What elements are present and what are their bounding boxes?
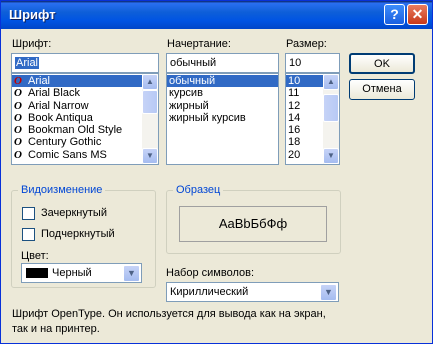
- size-input-value: 10: [289, 57, 302, 69]
- font-list-scrollbar[interactable]: ▲ ▼: [142, 74, 158, 164]
- underline-label[interactable]: Подчеркнутый: [41, 228, 115, 240]
- opentype-font-icon: O: [14, 124, 22, 137]
- font-list-item[interactable]: O Bookman Old Style: [12, 124, 142, 136]
- font-dialog: Шрифт ? ✕ Шрифт: Arial O Arial O Arial Blac…: [0, 0, 433, 344]
- effects-group-title: Видоизменение: [18, 184, 106, 196]
- size-list-item[interactable]: 20: [286, 149, 323, 161]
- scroll-down-icon[interactable]: ▼: [142, 148, 158, 164]
- font-list-item[interactable]: O Comic Sans MS: [12, 149, 142, 161]
- style-list-item[interactable]: жирный курсив: [167, 112, 278, 124]
- charset-label: Набор символов:: [166, 267, 255, 279]
- underline-checkbox[interactable]: [22, 228, 35, 241]
- strikeout-checkbox[interactable]: [22, 207, 35, 220]
- font-label: Шрифт:: [12, 38, 52, 50]
- font-list[interactable]: O Arial O Arial Black O Arial Narrow O Book Ant…: [11, 73, 159, 165]
- color-label: Цвет:: [21, 250, 49, 262]
- opentype-font-icon: O: [14, 87, 22, 100]
- chevron-down-icon[interactable]: ▼: [123, 265, 140, 282]
- size-list-item[interactable]: 10: [286, 75, 323, 88]
- style-label: Начертание:: [167, 38, 231, 50]
- font-name: Arial: [28, 75, 51, 87]
- opentype-font-icon: O: [14, 136, 22, 149]
- font-list-item[interactable]: O Arial: [12, 75, 142, 88]
- dialog-title: Шрифт: [9, 7, 56, 22]
- size-input[interactable]: 10: [285, 53, 340, 73]
- size-label: Размер:: [286, 38, 327, 50]
- sample-preview: AaBbБбФф: [179, 206, 327, 242]
- color-value: Черный: [52, 267, 92, 279]
- font-name: Bookman Old Style: [28, 124, 123, 137]
- size-list[interactable]: 10 11 12 14 16 18 20 ▲ ▼: [285, 73, 340, 165]
- opentype-font-icon: O: [14, 75, 22, 87]
- size-list-item[interactable]: 14: [286, 112, 323, 124]
- font-list-item[interactable]: O Book Antiqua: [12, 112, 142, 124]
- opentype-font-icon: O: [14, 99, 22, 112]
- opentype-font-icon: O: [14, 148, 22, 161]
- scroll-down-icon[interactable]: ▼: [323, 148, 339, 164]
- scroll-up-icon[interactable]: ▲: [323, 74, 339, 90]
- close-icon[interactable]: ✕: [407, 4, 428, 25]
- font-name: Arial Black: [28, 87, 80, 100]
- opentype-font-icon: O: [14, 111, 22, 124]
- style-list-item[interactable]: обычный: [167, 75, 278, 88]
- sample-text: AaBbБбФф: [218, 216, 288, 231]
- scroll-thumb[interactable]: [142, 90, 158, 114]
- font-name: Comic Sans MS: [28, 148, 107, 161]
- cancel-button[interactable]: Отмена: [349, 79, 415, 100]
- font-name: Book Antiqua: [28, 111, 93, 124]
- size-list-item[interactable]: 11: [286, 87, 323, 99]
- font-list-item[interactable]: O Arial Black: [12, 87, 142, 99]
- scroll-up-icon[interactable]: ▲: [142, 74, 158, 90]
- color-swatch: [26, 268, 48, 278]
- font-name: Arial Narrow: [28, 99, 89, 112]
- size-list-item[interactable]: 12: [286, 100, 323, 112]
- color-select[interactable]: Черный ▼: [21, 263, 142, 283]
- font-input-value: Arial: [15, 57, 40, 69]
- help-icon[interactable]: ?: [384, 4, 405, 25]
- sample-group-title: Образец: [173, 184, 224, 196]
- style-list-item[interactable]: жирный: [167, 100, 278, 112]
- title-bar[interactable]: Шрифт ? ✕: [1, 1, 432, 29]
- scroll-thumb[interactable]: [323, 94, 339, 122]
- style-list-item[interactable]: курсив: [167, 87, 278, 99]
- font-description: Шрифт OpenType. Он используется для выво…: [12, 308, 326, 335]
- size-list-item[interactable]: 18: [286, 136, 323, 148]
- size-list-item[interactable]: 16: [286, 124, 323, 136]
- font-list-item[interactable]: O Century Gothic: [12, 136, 142, 148]
- charset-value: Кириллический: [170, 286, 249, 298]
- ok-button[interactable]: OK: [349, 53, 415, 74]
- font-name: Century Gothic: [28, 136, 102, 149]
- font-input[interactable]: Arial: [11, 53, 159, 73]
- font-list-item[interactable]: O Arial Narrow: [12, 100, 142, 112]
- style-input[interactable]: обычный: [166, 53, 279, 73]
- style-list[interactable]: обычный курсив жирный жирный курсив: [166, 73, 279, 165]
- charset-select[interactable]: Кириллический ▼: [166, 282, 339, 302]
- strikeout-label[interactable]: Зачеркнутый: [41, 207, 107, 219]
- chevron-down-icon[interactable]: ▼: [320, 284, 337, 301]
- style-input-value: обычный: [170, 57, 217, 69]
- size-list-scrollbar[interactable]: ▲ ▼: [323, 74, 339, 164]
